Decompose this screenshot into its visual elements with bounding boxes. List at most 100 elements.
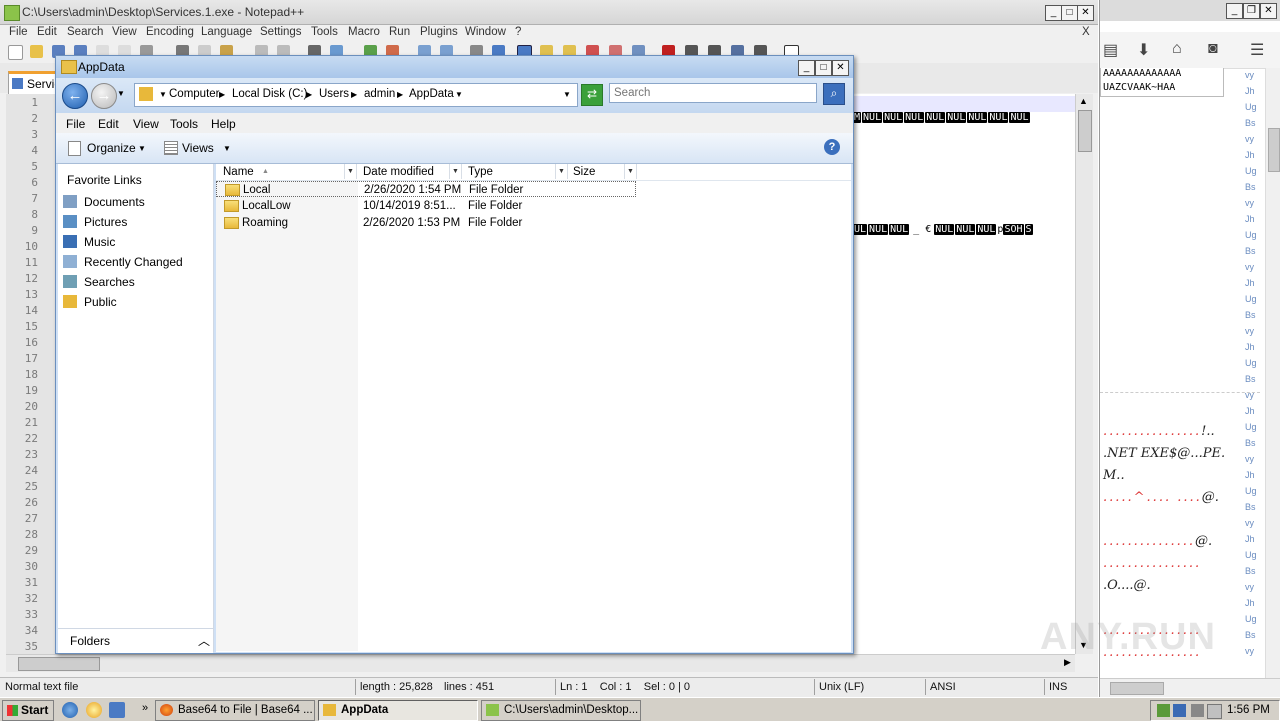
browser-horizontal-scrollbar[interactable] bbox=[1100, 678, 1280, 697]
column-dropdown-icon[interactable]: ▼ bbox=[555, 164, 568, 179]
browser-titlebar[interactable]: _ ❐ ✕ bbox=[1100, 0, 1280, 21]
menu-file[interactable]: File bbox=[66, 117, 85, 131]
menu-search[interactable]: Search bbox=[67, 26, 103, 38]
breadcrumb-users[interactable]: Users bbox=[319, 88, 349, 100]
column-dropdown-icon[interactable]: ▼ bbox=[624, 164, 637, 179]
search-input[interactable] bbox=[609, 83, 817, 103]
menu-file[interactable]: File bbox=[9, 26, 28, 38]
nav-item-public[interactable]: Public bbox=[84, 295, 117, 309]
menu-icon[interactable]: ☰ bbox=[1250, 40, 1264, 60]
chevron-icon[interactable]: ▼ bbox=[455, 90, 463, 99]
editor-vertical-scrollbar[interactable]: ▲ ▼ bbox=[1075, 94, 1093, 654]
scrollbar-thumb[interactable] bbox=[1268, 128, 1280, 172]
taskbar-button-base64[interactable]: Base64 to File | Base64 ... bbox=[155, 700, 315, 721]
network-icon[interactable] bbox=[1173, 704, 1186, 717]
media-player-icon[interactable] bbox=[86, 702, 102, 718]
column-dropdown-icon[interactable]: ▼ bbox=[344, 164, 357, 179]
ie-icon[interactable] bbox=[62, 702, 78, 718]
menu-edit[interactable]: Edit bbox=[98, 117, 119, 131]
new-file-icon[interactable] bbox=[8, 45, 23, 60]
browser-vertical-scrollbar[interactable] bbox=[1265, 68, 1280, 678]
scrollbar-thumb[interactable] bbox=[1110, 682, 1164, 695]
menu-tools[interactable]: Tools bbox=[311, 26, 338, 38]
menu-window[interactable]: Window bbox=[465, 26, 506, 38]
show-desktop-icon[interactable] bbox=[109, 702, 125, 718]
restore-button[interactable]: ❐ bbox=[1243, 3, 1260, 19]
menu-macro[interactable]: Macro bbox=[348, 26, 380, 38]
breadcrumb[interactable]: ▼ Computer ▶ Local Disk (C:) ▶ Users ▶ a… bbox=[134, 83, 578, 107]
pocket-icon[interactable]: ◙ bbox=[1208, 40, 1218, 58]
chevron-up-icon[interactable]: ︿ bbox=[198, 632, 210, 649]
views-button[interactable]: Views bbox=[182, 141, 214, 155]
security-icon[interactable] bbox=[1157, 704, 1170, 717]
home-icon[interactable]: ⌂ bbox=[1172, 40, 1182, 58]
quicklaunch-overflow-icon[interactable]: » bbox=[142, 702, 148, 714]
menu-run[interactable]: Run bbox=[389, 26, 410, 38]
notepadpp-titlebar[interactable]: C:\Users\admin\Desktop\Services.1.exe - … bbox=[0, 0, 1098, 25]
taskbar-button-notepad[interactable]: C:\Users\admin\Desktop... bbox=[481, 700, 641, 721]
organize-button[interactable]: Organize bbox=[87, 141, 136, 155]
breadcrumb-local-disk[interactable]: Local Disk (C:) bbox=[232, 88, 307, 100]
table-row[interactable]: Local 2/26/2020 1:54 PM File Folder bbox=[216, 181, 636, 197]
table-row[interactable]: LocalLow 10/14/2019 8:51... File Folder bbox=[216, 198, 636, 214]
column-dropdown-icon[interactable]: ▼ bbox=[449, 164, 462, 179]
power-icon[interactable] bbox=[1207, 704, 1222, 719]
chevron-icon[interactable]: ▶ bbox=[397, 90, 403, 99]
menu-language[interactable]: Language bbox=[201, 26, 252, 38]
menu-view[interactable]: View bbox=[112, 26, 137, 38]
menu-plugins[interactable]: Plugins bbox=[420, 26, 458, 38]
chevron-icon[interactable]: ▼ bbox=[159, 90, 167, 99]
scrollbar-thumb[interactable] bbox=[18, 657, 100, 671]
close-document-x[interactable]: X bbox=[1082, 26, 1090, 38]
search-icon[interactable]: ⌕ bbox=[823, 83, 845, 105]
column-header-date[interactable]: Date modified bbox=[363, 166, 434, 178]
nav-item-pictures[interactable]: Pictures bbox=[84, 215, 127, 229]
open-file-icon[interactable] bbox=[30, 45, 43, 58]
menu-edit[interactable]: Edit bbox=[37, 26, 57, 38]
menu-tools[interactable]: Tools bbox=[170, 117, 198, 131]
menu-settings[interactable]: Settings bbox=[260, 26, 302, 38]
maximize-button[interactable]: □ bbox=[815, 60, 832, 76]
views-chevron-icon[interactable]: ▼ bbox=[223, 144, 231, 153]
explorer-titlebar[interactable]: AppData _ □ ✕ bbox=[56, 56, 853, 78]
menu-encoding[interactable]: Encoding bbox=[146, 26, 194, 38]
volume-icon[interactable] bbox=[1191, 704, 1204, 717]
decoded-text-area[interactable]: ................!.. .NET EXE$@...PE. M..… bbox=[1100, 68, 1265, 678]
folders-bar[interactable]: Folders ︿ bbox=[58, 628, 213, 653]
scrollbar-thumb[interactable] bbox=[1078, 110, 1092, 152]
nav-item-recently-changed[interactable]: Recently Changed bbox=[84, 255, 183, 269]
organize-chevron-icon[interactable]: ▼ bbox=[138, 144, 146, 153]
nav-item-documents[interactable]: Documents bbox=[84, 195, 145, 209]
minimize-button[interactable]: _ bbox=[798, 60, 815, 76]
editor-horizontal-scrollbar[interactable]: ▶ bbox=[6, 654, 1075, 672]
scroll-up-arrow-icon[interactable]: ▲ bbox=[1079, 96, 1088, 106]
maximize-button[interactable]: □ bbox=[1061, 5, 1078, 21]
table-row[interactable]: Roaming 2/26/2020 1:53 PM File Folder bbox=[216, 215, 636, 231]
column-header-name[interactable]: Name bbox=[223, 166, 254, 178]
close-button[interactable]: ✕ bbox=[1077, 5, 1094, 21]
refresh-icon[interactable]: ⇄ bbox=[581, 84, 603, 106]
close-button[interactable]: ✕ bbox=[832, 60, 849, 76]
recent-pages-chevron-icon[interactable]: ▼ bbox=[117, 89, 125, 98]
menu-help[interactable]: Help bbox=[211, 117, 236, 131]
address-dropdown-icon[interactable]: ▼ bbox=[563, 90, 571, 99]
column-header-size[interactable]: Size bbox=[573, 166, 595, 178]
taskbar-button-appdata[interactable]: AppData bbox=[318, 700, 478, 721]
breadcrumb-computer[interactable]: Computer bbox=[169, 88, 220, 100]
nav-item-music[interactable]: Music bbox=[84, 235, 115, 249]
back-button[interactable]: ← bbox=[62, 83, 88, 109]
column-header-type[interactable]: Type bbox=[468, 166, 493, 178]
menu-help[interactable]: ? bbox=[515, 26, 521, 38]
start-button[interactable]: Start bbox=[2, 700, 54, 721]
chevron-icon[interactable]: ▶ bbox=[219, 90, 225, 99]
close-button[interactable]: ✕ bbox=[1260, 3, 1277, 19]
breadcrumb-appdata[interactable]: AppData bbox=[409, 88, 454, 100]
minimize-button[interactable]: _ bbox=[1045, 5, 1062, 21]
clipboard-icon[interactable]: ▤ bbox=[1103, 40, 1118, 60]
breadcrumb-admin[interactable]: admin bbox=[364, 88, 395, 100]
chevron-icon[interactable]: ▶ bbox=[306, 90, 312, 99]
nav-item-searches[interactable]: Searches bbox=[84, 275, 135, 289]
forward-button[interactable]: → bbox=[91, 83, 117, 109]
minimize-button[interactable]: _ bbox=[1226, 3, 1243, 19]
chevron-icon[interactable]: ▶ bbox=[351, 90, 357, 99]
